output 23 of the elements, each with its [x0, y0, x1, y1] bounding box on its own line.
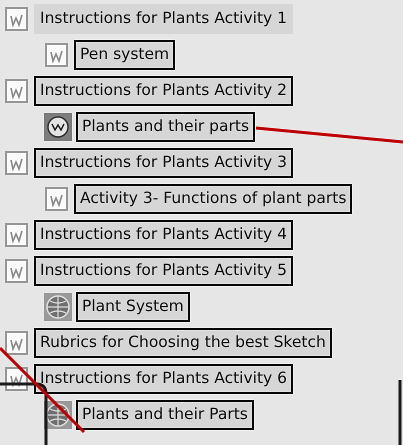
document-icon: [4, 222, 30, 248]
document-icon: [4, 78, 30, 104]
document-icon: [44, 42, 70, 68]
globe-icon: [44, 293, 72, 321]
document-icon: [44, 186, 70, 212]
tree-item[interactable]: Instructions for Plants Activity 3: [34, 148, 294, 178]
document-icon: [4, 258, 30, 284]
document-icon: [4, 150, 30, 176]
frame-corner: [0, 382, 48, 445]
tree-item[interactable]: Activity 3- Functions of plant parts: [74, 184, 352, 214]
document-icon: [4, 6, 30, 32]
tree-item[interactable]: Pen system: [74, 40, 176, 70]
tree-item[interactable]: Instructions for Plants Activity 2: [34, 76, 294, 106]
tree-item[interactable]: Plant System: [76, 292, 190, 322]
tree-item[interactable]: Instructions for Plants Activity 1: [34, 4, 294, 34]
tree-item[interactable]: Instructions for Plants Activity 6: [34, 364, 294, 394]
tree-item[interactable]: Plants and their Parts: [76, 400, 254, 430]
badge-icon: [44, 113, 72, 141]
document-icon: [4, 330, 30, 356]
tree-item[interactable]: Instructions for Plants Activity 5: [34, 256, 294, 286]
tree-item[interactable]: Rubrics for Choosing the best Sketch: [34, 328, 332, 358]
tree-item[interactable]: Instructions for Plants Activity 4: [34, 220, 294, 250]
tree-item[interactable]: Plants and their parts: [76, 112, 256, 142]
